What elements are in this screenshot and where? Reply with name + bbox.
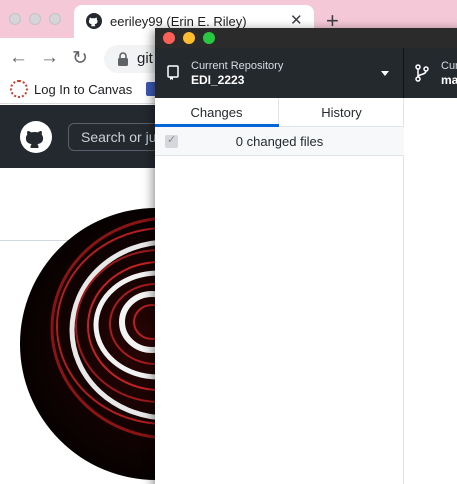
github-octocat-icon[interactable] [20,121,52,153]
window-close-button[interactable] [9,13,21,25]
branch-name: ma [441,73,457,87]
changed-files-header: ✓ 0 changed files [155,127,404,156]
window-zoom-button[interactable] [49,13,61,25]
github-search-placeholder: Search or ju [81,129,157,145]
lock-icon [118,52,128,66]
branch-label: Cur [441,60,457,72]
reload-button[interactable]: ↻ [72,47,88,70]
repo-label: Current Repository [191,60,284,72]
branch-icon [415,64,429,82]
github-favicon-icon [86,13,102,29]
desktop-toolbar: Current Repository EDI_2223 Cur ma [155,48,457,98]
tab-changes[interactable]: Changes [155,98,279,127]
caret-down-icon [381,71,389,76]
bookmark-canvas-link[interactable]: Log In to Canvas [34,82,132,97]
back-button[interactable]: ← [9,47,28,69]
current-branch-dropdown[interactable]: Cur ma [404,48,457,98]
forward-button[interactable]: → [40,47,59,69]
desktop-close-button[interactable] [163,32,175,44]
repo-name: EDI_2223 [191,73,245,87]
changes-sidebar: Changes History ✓ 0 changed files [155,98,404,484]
diff-pane [404,98,457,484]
window-minimize-button[interactable] [29,13,41,25]
tab-close-icon[interactable]: ✕ [290,11,303,29]
canvas-logo-icon [10,80,28,98]
desktop-zoom-button[interactable] [203,32,215,44]
current-repository-dropdown[interactable]: Current Repository EDI_2223 [155,48,403,98]
repo-icon [167,65,179,80]
desktop-minimize-button[interactable] [183,32,195,44]
address-text: git [137,50,153,67]
desktop-title-bar [155,28,457,48]
tab-history[interactable]: History [279,98,404,127]
tab-title: eeriley99 (Erin E. Riley) [110,14,247,29]
changed-files-count: 0 changed files [235,134,324,149]
github-desktop-window: Current Repository EDI_2223 Cur ma Chang… [155,28,457,484]
